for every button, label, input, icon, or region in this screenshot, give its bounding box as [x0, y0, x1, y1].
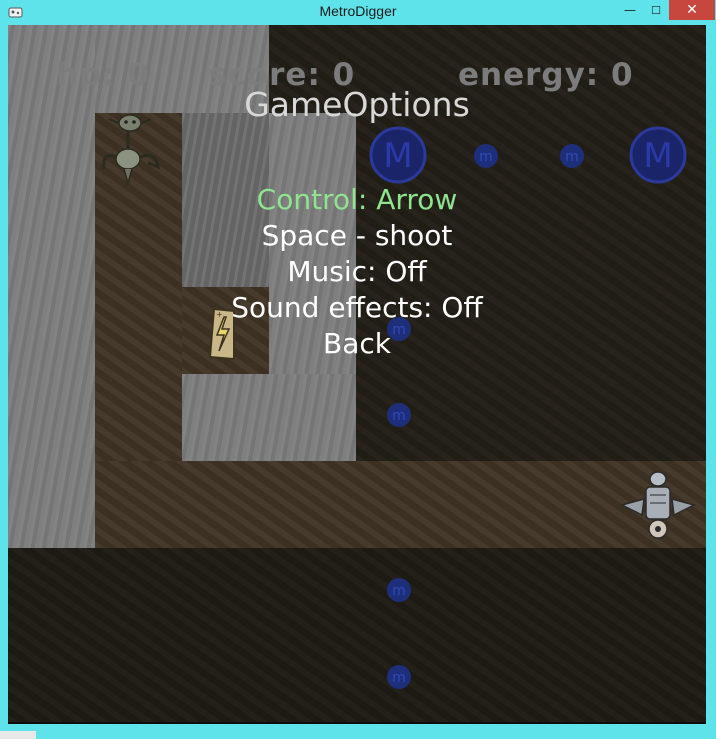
metro-m-badge-icon: M	[629, 126, 687, 184]
svg-text:m: m	[392, 583, 406, 599]
close-button[interactable]: ✕	[669, 0, 715, 20]
metro-m-badge-icon: M	[369, 126, 427, 184]
svg-text:m: m	[392, 670, 406, 686]
taskbar-corner	[0, 731, 36, 739]
menu-item-back[interactable]: Back	[8, 326, 706, 362]
svg-text:m: m	[479, 149, 493, 165]
svg-text:M: M	[383, 136, 412, 176]
game-viewport[interactable]: hp: 0 score: 0 energy: 0 M M m m m m m m	[8, 25, 706, 722]
svg-text:M: M	[643, 136, 672, 176]
metro-m-coin-icon: m	[387, 578, 411, 602]
metro-m-coin-icon: m	[387, 403, 411, 427]
dark-rock-bottom	[8, 548, 706, 722]
svg-text:m: m	[565, 149, 579, 165]
menu-title: GameOptions	[244, 85, 470, 124]
options-menu: Control: Arrow Space - shoot Music: Off …	[8, 182, 706, 362]
menu-item-control[interactable]: Control: Arrow	[8, 182, 706, 218]
stone-lower-block	[182, 374, 356, 461]
maximize-button[interactable]: ☐	[643, 0, 669, 20]
menu-item-shoot-key[interactable]: Space - shoot	[8, 218, 706, 254]
window-bottom-border	[0, 722, 716, 739]
menu-item-music[interactable]: Music: Off	[8, 254, 706, 290]
dirt-tunnel-horizontal	[95, 461, 706, 548]
metro-m-coin-icon: m	[474, 144, 498, 168]
metro-m-coin-icon: m	[560, 144, 584, 168]
minimize-button[interactable]: —	[617, 0, 643, 20]
metro-m-coin-icon: m	[387, 665, 411, 689]
viewport-bottom-strip	[8, 722, 706, 724]
window-title: MetroDigger	[319, 3, 397, 19]
menu-item-sound-effects[interactable]: Sound effects: Off	[8, 290, 706, 326]
window-titlebar: MetroDigger — ☐ ✕	[0, 0, 716, 24]
svg-text:m: m	[392, 408, 406, 424]
robot-digger-icon	[619, 471, 697, 539]
